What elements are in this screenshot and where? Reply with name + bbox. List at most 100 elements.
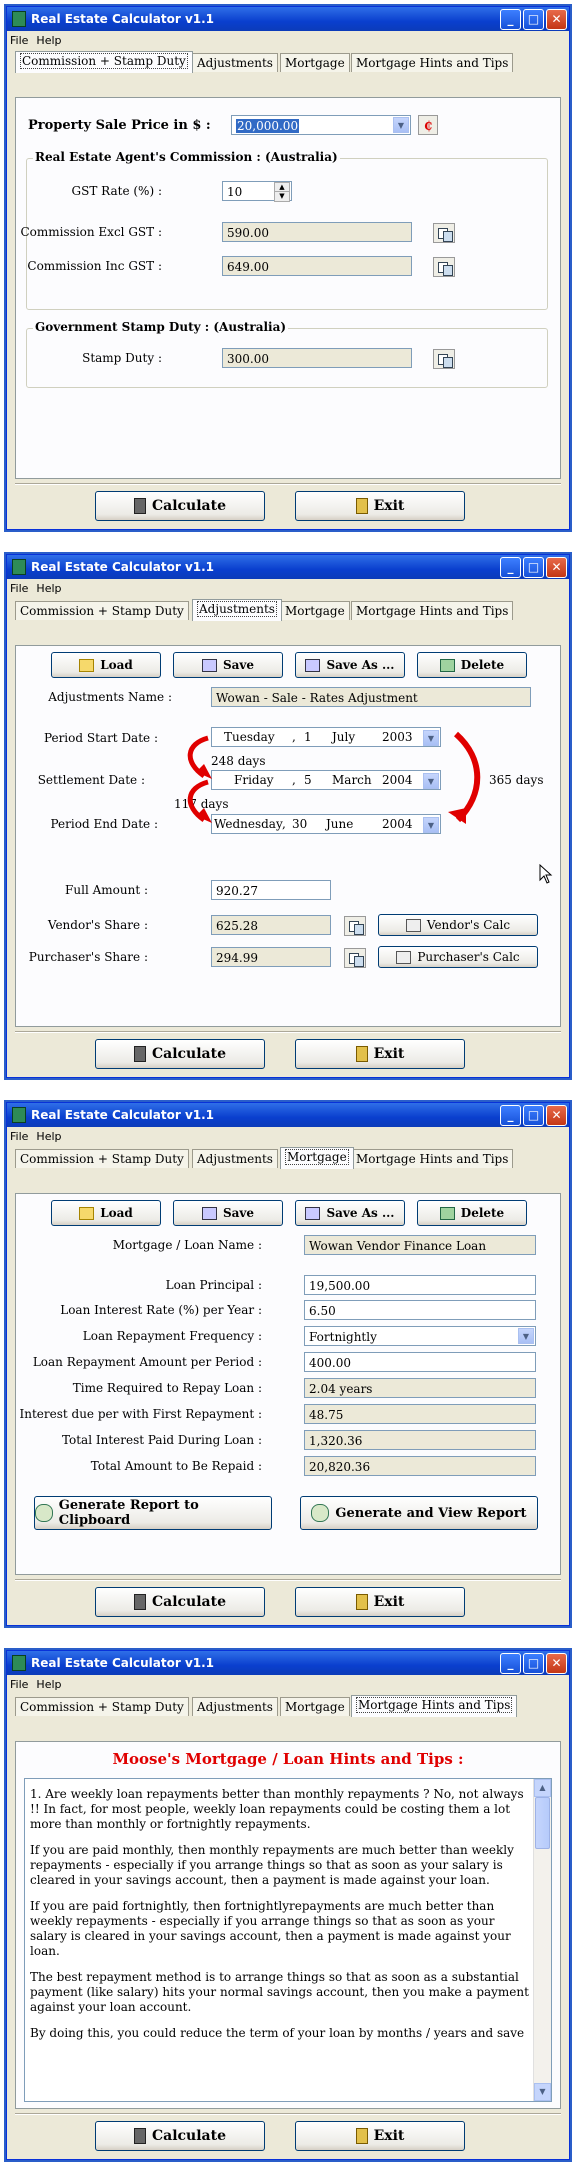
- copy-icon[interactable]: [433, 349, 455, 369]
- scroll-down-icon[interactable]: ▼: [534, 2083, 551, 2101]
- tab-mortgage[interactable]: Mortgage: [280, 1697, 350, 1716]
- maximize-button[interactable]: □: [523, 1652, 544, 1674]
- title-bar[interactable]: Real Estate Calculator v1.1 _ □ ✕: [7, 1651, 569, 1675]
- menu-file[interactable]: File: [10, 1678, 28, 1691]
- adjustments-panel: Load Save Save As ... Delete Adjustments…: [15, 645, 561, 1027]
- load-label: Load: [100, 658, 133, 672]
- title-bar[interactable]: Real Estate Calculator v1.1 _ □ ✕: [7, 555, 569, 579]
- menu-help[interactable]: Help: [36, 34, 61, 47]
- report-clipboard-button[interactable]: Generate Report to Clipboard: [34, 1496, 272, 1530]
- load-button[interactable]: Load: [51, 652, 161, 678]
- vendor-calc-button[interactable]: Vendor's Calc: [378, 914, 538, 936]
- gst-rate-stepper[interactable]: 10 ▲ ▼: [222, 181, 292, 202]
- full-amount-input[interactable]: 920.27: [211, 880, 331, 900]
- tab-hints[interactable]: Mortgage Hints and Tips: [351, 53, 514, 72]
- exit-button[interactable]: Exit: [295, 1039, 465, 1069]
- calculate-button[interactable]: Calculate: [95, 491, 265, 521]
- tab-mortgage[interactable]: Mortgage: [280, 53, 350, 72]
- commission-inc-field: 649.00: [222, 256, 412, 276]
- rate-input[interactable]: 6.50: [304, 1300, 536, 1320]
- spin-down-icon[interactable]: ▼: [274, 191, 290, 202]
- menu-help[interactable]: Help: [36, 1130, 61, 1143]
- report-icon: [311, 1504, 330, 1522]
- purchaser-share-label: Purchaser's Share :: [28, 950, 148, 964]
- exit-button[interactable]: Exit: [295, 2121, 465, 2151]
- minimize-button[interactable]: _: [500, 8, 521, 30]
- tab-mortgage[interactable]: Mortgage: [280, 1147, 354, 1169]
- refresh-icon[interactable]: ₵: [418, 115, 438, 135]
- delete-button[interactable]: Delete: [417, 652, 527, 678]
- maximize-button[interactable]: □: [523, 8, 544, 30]
- tab-hints[interactable]: Mortgage Hints and Tips: [351, 1149, 514, 1168]
- close-button[interactable]: ✕: [546, 1652, 567, 1674]
- calculate-button[interactable]: Calculate: [95, 1587, 265, 1617]
- calculate-button[interactable]: Calculate: [95, 2121, 265, 2151]
- save-icon: [201, 658, 217, 672]
- tab-hints[interactable]: Mortgage Hints and Tips: [351, 601, 514, 620]
- tab-commission[interactable]: Commission + Stamp Duty: [15, 51, 193, 73]
- maximize-button[interactable]: □: [523, 1104, 544, 1126]
- report-view-button[interactable]: Generate and View Report: [300, 1496, 538, 1530]
- menu-file[interactable]: File: [10, 34, 28, 47]
- tab-label: Mortgage: [285, 604, 345, 618]
- calculate-label: Calculate: [152, 1594, 226, 1610]
- vendor-calc-label: Vendor's Calc: [426, 918, 511, 932]
- calculate-button[interactable]: Calculate: [95, 1039, 265, 1069]
- purchaser-calc-button[interactable]: Purchaser's Calc: [378, 946, 538, 968]
- scroll-thumb[interactable]: [535, 1797, 550, 1849]
- menu-help[interactable]: Help: [36, 1678, 61, 1691]
- close-button[interactable]: ✕: [546, 556, 567, 578]
- minimize-button[interactable]: _: [500, 556, 521, 578]
- save-icon: [201, 1206, 217, 1220]
- minimize-button[interactable]: _: [500, 1652, 521, 1674]
- menu-file[interactable]: File: [10, 1130, 28, 1143]
- tab-commission[interactable]: Commission + Stamp Duty: [15, 601, 189, 620]
- copy-icon[interactable]: [344, 916, 366, 936]
- load-label: Load: [100, 1206, 133, 1220]
- load-button[interactable]: Load: [51, 1200, 161, 1226]
- maximize-button[interactable]: □: [523, 556, 544, 578]
- hints-text-area[interactable]: 1. Are weekly loan repayments better tha…: [24, 1778, 552, 2102]
- principal-input[interactable]: 19,500.00: [304, 1275, 536, 1295]
- copy-icon[interactable]: [433, 223, 455, 243]
- repay-amount-input[interactable]: 400.00: [304, 1352, 536, 1372]
- tab-adjustments[interactable]: Adjustments: [192, 1149, 278, 1168]
- tab-mortgage[interactable]: Mortgage: [280, 601, 350, 620]
- menu-help[interactable]: Help: [36, 582, 61, 595]
- menu-file[interactable]: File: [10, 582, 28, 595]
- tab-adjustments[interactable]: Adjustments: [192, 53, 278, 72]
- save-as-button[interactable]: Save As ...: [295, 1200, 405, 1226]
- sale-price-input[interactable]: 20,000.00 ▼: [231, 115, 411, 135]
- delete-icon: [439, 1206, 455, 1220]
- exit-button[interactable]: Exit: [295, 1587, 465, 1617]
- scroll-up-icon[interactable]: ▲: [534, 1779, 551, 1797]
- mortgage-panel: Load Save Save As ... Delete Mortgage / …: [15, 1193, 561, 1575]
- save-button[interactable]: Save: [173, 652, 283, 678]
- close-button[interactable]: ✕: [546, 8, 567, 30]
- exit-button[interactable]: Exit: [295, 491, 465, 521]
- delete-button[interactable]: Delete: [417, 1200, 527, 1226]
- hints-text: 1. Are weekly loan repayments better tha…: [30, 1787, 529, 2052]
- tab-adjustments[interactable]: Adjustments: [192, 1697, 278, 1716]
- save-button[interactable]: Save: [173, 1200, 283, 1226]
- copy-icon[interactable]: [433, 257, 455, 277]
- commission-excl-label: Commission Excl GST :: [20, 225, 163, 239]
- scrollbar[interactable]: ▲ ▼: [533, 1779, 551, 2101]
- tab-commission[interactable]: Commission + Stamp Duty: [15, 1149, 189, 1168]
- tab-commission[interactable]: Commission + Stamp Duty: [15, 1697, 189, 1716]
- frequency-select[interactable]: Fortnightly ▼: [304, 1326, 536, 1346]
- title-bar[interactable]: Real Estate Calculator v1.1 _ □ ✕: [7, 1103, 569, 1127]
- tab-adjustments[interactable]: Adjustments: [192, 599, 282, 621]
- tab-label: Mortgage: [285, 1700, 345, 1714]
- title-bar[interactable]: Real Estate Calculator v1.1 _ □ ✕: [7, 7, 569, 31]
- copy-icon[interactable]: [344, 948, 366, 968]
- close-button[interactable]: ✕: [546, 1104, 567, 1126]
- minimize-button[interactable]: _: [500, 1104, 521, 1126]
- chevron-down-icon[interactable]: ▼: [393, 117, 409, 133]
- tab-hints[interactable]: Mortgage Hints and Tips: [351, 1695, 518, 1717]
- chevron-down-icon[interactable]: ▼: [518, 1328, 534, 1344]
- date-arrows-graphic: [187, 731, 481, 824]
- exit-label: Exit: [373, 1594, 405, 1610]
- hint-paragraph: The best repayment method is to arrange …: [30, 1970, 529, 2014]
- save-as-button[interactable]: Save As ...: [295, 652, 405, 678]
